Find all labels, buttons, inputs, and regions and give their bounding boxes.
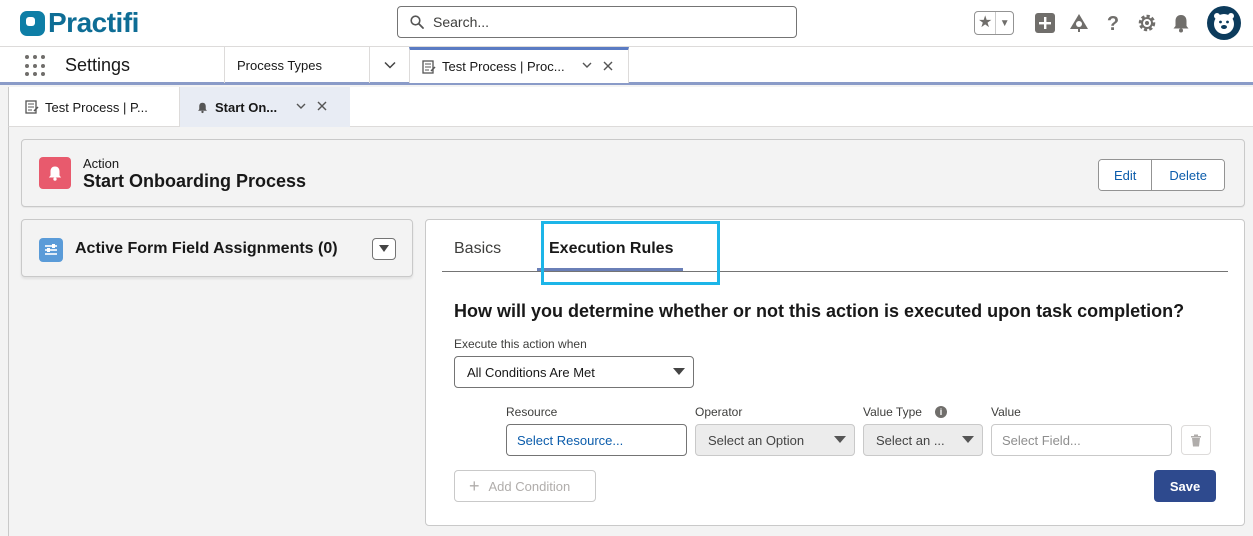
page-title: Start Onboarding Process [83,171,307,191]
subtab-label: Test Process | P... [45,99,148,115]
record-actions: Edit Delete [1098,159,1225,191]
add-condition-label: Add Condition [488,478,571,494]
delete-button[interactable]: Delete [1151,160,1224,190]
record-type-label: Action [83,156,120,171]
svg-text:?: ? [1107,13,1119,34]
subtab-label: Start On... [215,99,278,115]
chevron-down-icon [962,436,974,443]
value-placeholder: Select Field... [1002,432,1081,448]
card-title: Active Form Field Assignments (0) [75,240,338,257]
process-record-icon [25,100,39,114]
close-icon[interactable] [317,100,327,114]
logo-text: Practifi [48,7,139,38]
close-icon[interactable] [603,60,613,74]
search-input[interactable] [433,14,773,30]
nav-tab-dropdown[interactable] [369,47,409,83]
tab-bar: Basics Execution Rules [442,220,1228,285]
resource-input[interactable]: Select Resource... [506,424,687,456]
delete-condition-button[interactable] [1181,425,1211,455]
divider [8,127,9,536]
execution-rules-card: Basics Execution Rules How will you dete… [425,219,1245,526]
resource-label: Resource [506,405,558,419]
operator-label: Operator [695,405,743,419]
user-avatar[interactable] [1207,6,1241,40]
logo-mark-icon [20,10,45,36]
resource-value: Select Resource... [517,432,624,448]
header-utility-icons: ★ ▼ ? [974,4,1241,42]
chevron-down-icon [834,436,846,443]
bell-icon[interactable] [1170,12,1192,34]
save-button[interactable]: Save [1154,470,1216,502]
value-type-label: Value Type [863,405,922,419]
card-menu-button[interactable] [372,238,396,260]
add-condition-button[interactable]: + Add Condition [454,470,596,502]
value-label: Value [991,405,1021,419]
operator-value: Select an Option [708,432,805,448]
star-icon[interactable]: ★ [975,12,997,34]
nav-tab-label: Process Types [237,57,323,73]
global-header: Practifi ★ ▼ ? [0,0,1253,47]
app-launcher-icon[interactable] [25,55,47,77]
chevron-down-icon[interactable] [295,100,307,115]
highlight-box [541,221,720,285]
edit-button[interactable]: Edit [1099,160,1152,190]
chevron-down-icon [673,368,685,375]
add-icon[interactable] [1034,12,1056,34]
plus-icon: + [469,475,480,496]
form-field-assignments-card: Active Form Field Assignments (0) [21,219,413,277]
help-icon[interactable]: ? [1102,12,1124,34]
global-search[interactable] [397,6,797,38]
chevron-down-icon [379,245,389,252]
nav-tab-test-process[interactable]: Test Process | Proc... [409,47,629,83]
practifi-logo[interactable]: Practifi [20,6,139,40]
record-header: Action Start Onboarding Process Edit Del… [21,139,1245,207]
execute-condition-select[interactable]: All Conditions Are Met [454,356,694,388]
app-name: Settings [65,55,131,75]
subtab-bar: Test Process | P... Start On... [8,87,1253,127]
gear-icon[interactable] [1136,12,1158,34]
chevron-down-icon [383,61,396,69]
operator-select[interactable]: Select an Option [695,424,855,456]
app-nav-bar: Settings Process Types Test Process | Pr… [0,47,1253,85]
info-icon[interactable]: i [935,406,947,418]
bell-icon [198,102,207,113]
execution-question: How will you determine whether or not th… [454,301,1185,321]
trash-icon [1191,434,1201,446]
nav-tab-process-types[interactable]: Process Types [224,47,369,83]
execute-condition-value: All Conditions Are Met [467,364,595,380]
value-field-input[interactable]: Select Field... [991,424,1172,456]
tab-basics[interactable]: Basics [454,240,501,258]
value-type-value: Select an ... [876,432,945,448]
subtab-start-onboarding[interactable]: Start On... [180,87,350,127]
process-record-icon [422,59,436,74]
assignments-icon [39,238,63,262]
search-icon [410,15,424,29]
chevron-down-icon[interactable]: ▼ [996,18,1013,29]
chevron-down-icon[interactable] [581,59,593,74]
value-type-select[interactable]: Select an ... [863,424,983,456]
nav-tab-label: Test Process | Proc... [442,59,565,74]
trailhead-icon[interactable] [1068,12,1090,34]
execute-label: Execute this action when [454,337,587,351]
subtab-test-process[interactable]: Test Process | P... [9,87,180,127]
action-bell-icon [39,157,71,189]
favorites-button-group[interactable]: ★ ▼ [974,11,1014,35]
